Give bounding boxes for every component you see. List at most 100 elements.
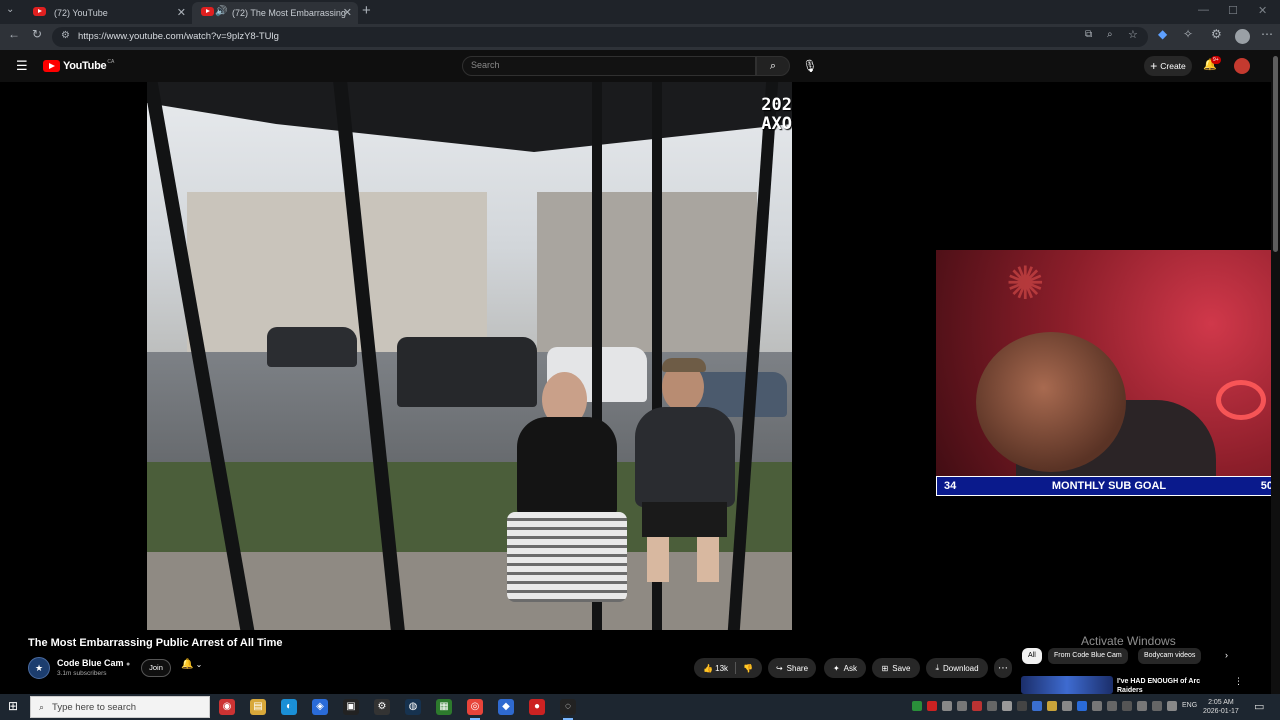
webcam-person-head (976, 332, 1126, 472)
language-indicator[interactable]: ENG (1182, 702, 1197, 709)
tray-icon[interactable] (1047, 701, 1057, 711)
more-vertical-icon[interactable]: ⋮ (1234, 676, 1243, 687)
timestamp-line: 202 (761, 95, 792, 115)
like-button[interactable]: 👍 13k (703, 664, 728, 673)
tray-icon[interactable] (957, 701, 967, 711)
search-icon: ⌕ (39, 701, 45, 712)
zoom-icon[interactable]: ⌕ (1107, 29, 1113, 40)
app-icon[interactable]: ◉ (219, 699, 235, 715)
dislike-button[interactable]: 👎 (743, 664, 753, 673)
tab-search-chevron-icon[interactable]: ⌄ (6, 4, 14, 15)
scrollbar-thumb[interactable] (1273, 56, 1278, 252)
share-button[interactable]: ↪ Share (768, 658, 816, 678)
browser-tab-youtube[interactable]: (72) YouTube ✕ (24, 2, 192, 24)
tray-icon[interactable] (1002, 701, 1012, 711)
close-tab-icon[interactable]: ✕ (177, 6, 186, 19)
chrome-icon[interactable]: ◎ (467, 699, 483, 720)
chip-bodycam-videos[interactable]: Bodycam videos (1138, 648, 1202, 664)
browser-tab-video[interactable]: 🔊 (72) The Most Embarrassing ✕ (192, 2, 358, 24)
chevron-right-icon[interactable]: › (1225, 650, 1228, 660)
search-input[interactable] (471, 60, 741, 70)
page-scrollbar[interactable] (1271, 50, 1280, 694)
reload-icon[interactable]: ↻ (32, 27, 42, 41)
app-icon[interactable]: ▣ (343, 699, 359, 715)
like-dislike-group: 👍 13k 👎 (694, 658, 762, 678)
taskbar-search[interactable]: ⌕ (30, 696, 210, 718)
extension-icon[interactable]: ◆ (1158, 27, 1167, 41)
like-count: 13k (715, 663, 729, 673)
close-window-icon[interactable]: ✕ (1258, 4, 1267, 17)
ask-button[interactable]: ✦ Ask (824, 658, 866, 678)
tray-icon[interactable] (1032, 701, 1042, 711)
back-icon[interactable]: ← (8, 27, 20, 41)
steam-icon[interactable]: ◍ (405, 699, 421, 715)
search-button[interactable]: ⌕ (756, 56, 790, 76)
tray-icon[interactable] (912, 701, 922, 711)
close-tab-icon[interactable]: ✕ (343, 6, 352, 19)
windows-start-icon[interactable]: ⊞ (8, 699, 18, 713)
address-bar[interactable]: ⚙ https://www.youtube.com/watch?v=9plzY8… (52, 27, 1148, 47)
chip-from-channel[interactable]: From Code Blue Cam (1048, 648, 1128, 664)
voice-search-button[interactable]: 🎙 (800, 55, 820, 77)
create-button[interactable]: + Create (1144, 56, 1192, 76)
app-icon[interactable]: ▦ (436, 699, 452, 715)
channel-name[interactable]: Code Blue Cam ● (57, 658, 130, 668)
browser-toolbar: ← ↻ ⚙ https://www.youtube.com/watch?v=9p… (0, 24, 1280, 50)
notification-center-icon[interactable]: ▭ (1254, 700, 1264, 713)
app-icon[interactable]: ◈ (312, 699, 328, 715)
chip-all[interactable]: All (1022, 648, 1042, 664)
clock-time: 2:05 AM (1208, 699, 1234, 706)
tray-icon[interactable] (1092, 701, 1102, 711)
install-icon[interactable]: ⧉ (1085, 29, 1092, 40)
site-info-icon[interactable]: ⚙ (61, 30, 70, 41)
youtube-logo[interactable]: YouTube CA (43, 59, 114, 72)
battery-icon[interactable] (1122, 701, 1132, 711)
suggested-video-thumbnail[interactable] (1021, 676, 1113, 694)
maximize-icon[interactable]: ☐ (1228, 4, 1238, 17)
download-button[interactable]: ⤓ Download (926, 658, 988, 678)
hamburger-menu-icon[interactable]: ☰ (16, 58, 28, 74)
settings-gear-icon[interactable]: ⚙ (374, 699, 390, 715)
new-tab-button[interactable]: + (362, 2, 371, 19)
edge-browser-icon[interactable]: ◐ (281, 699, 297, 715)
account-avatar[interactable] (1234, 58, 1250, 74)
speaker-icon[interactable]: 🔊 (215, 6, 227, 17)
app-icon[interactable]: ◆ (498, 699, 514, 715)
minimize-icon[interactable]: — (1198, 4, 1209, 16)
extensions-puzzle-icon[interactable]: ✧ (1183, 27, 1193, 41)
tray-icon[interactable] (927, 701, 937, 711)
browser-menu-icon[interactable]: ⋯ (1261, 27, 1273, 41)
tray-icon[interactable] (1062, 701, 1072, 711)
sub-goal-label: MONTHLY SUB GOAL (1051, 480, 1167, 492)
tray-icon[interactable] (1137, 701, 1147, 711)
tab-title: (72) YouTube (54, 8, 108, 18)
downloads-icon[interactable]: ⚙ (1211, 27, 1222, 41)
tray-icon[interactable] (942, 701, 952, 711)
tray-icon[interactable] (1077, 701, 1087, 711)
ring-light (1216, 380, 1266, 420)
tray-icon[interactable] (987, 701, 997, 711)
subscription-bell-button[interactable]: 🔔 ⌄ (181, 659, 202, 670)
profile-avatar[interactable] (1235, 29, 1250, 44)
save-playlist-icon: ⊞ (881, 663, 889, 673)
video-player[interactable]: 202 AXO (147, 82, 792, 630)
url-text[interactable]: https://www.youtube.com/watch?v=9plzY8-T… (78, 31, 279, 42)
more-actions-button[interactable]: ⋯ (994, 658, 1012, 678)
file-explorer-icon[interactable]: ▤ (250, 699, 266, 715)
volume-icon[interactable] (1167, 701, 1177, 711)
join-button[interactable]: Join (141, 659, 171, 677)
tray-icon[interactable] (972, 701, 982, 711)
channel-avatar[interactable]: ★ (28, 657, 50, 679)
app-icon[interactable]: ● (529, 699, 545, 715)
tray-icon[interactable] (1017, 701, 1027, 711)
channel-name-text: Code Blue Cam (57, 658, 124, 668)
save-button[interactable]: ⊞ Save (872, 658, 920, 678)
taskbar-clock[interactable]: 2:05 AM 2026-01-17 (1203, 698, 1239, 716)
streamer-webcam-overlay: ✺ (936, 250, 1280, 496)
obs-icon[interactable]: ◌ (560, 699, 576, 720)
suggested-video-title[interactable]: I've HAD ENOUGH of Arc Raiders (1117, 677, 1227, 695)
network-icon[interactable] (1107, 701, 1117, 711)
taskbar-search-input[interactable] (52, 701, 203, 713)
wifi-icon[interactable] (1152, 701, 1162, 711)
bookmark-star-icon[interactable]: ☆ (1128, 28, 1138, 41)
